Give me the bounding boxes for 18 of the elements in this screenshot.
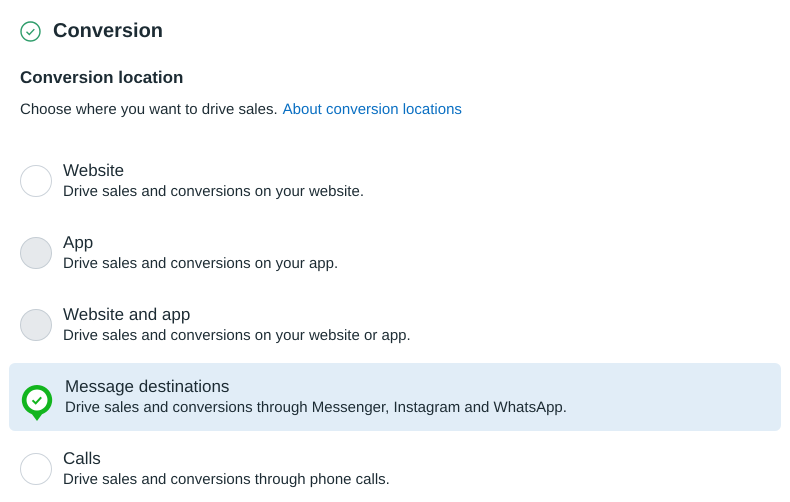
option-row[interactable]: Message destinations Drive sales and conversions through Messenger, Instagram and WhatsApp. bbox=[9, 363, 781, 431]
check-pin-icon[interactable] bbox=[20, 383, 54, 423]
about-link[interactable]: About conversion locations bbox=[282, 98, 462, 121]
option-description: Drive sales and conversions through Messenger, Instagram and WhatsApp. bbox=[65, 398, 567, 418]
option-label: Website and app bbox=[63, 304, 192, 326]
option-label: Message destinations bbox=[65, 376, 230, 398]
option-label: Website bbox=[63, 160, 126, 182]
location-heading: Conversion location bbox=[19, 67, 184, 89]
radio-button[interactable] bbox=[20, 453, 52, 485]
section-title: Conversion bbox=[53, 19, 164, 44]
option-description: Drive sales and conversions on your website or app. bbox=[63, 326, 411, 346]
option-description: Drive sales and conversions on your app. bbox=[63, 254, 338, 274]
location-description: Choose where you want to drive sales. bbox=[20, 100, 278, 120]
option-description: Drive sales and conversions through phone calls. bbox=[63, 470, 390, 490]
radio-button[interactable] bbox=[20, 165, 52, 197]
option-description: Drive sales and conversions on your website. bbox=[63, 182, 364, 202]
option-label: Calls bbox=[63, 448, 102, 470]
option-label: App bbox=[63, 232, 94, 254]
